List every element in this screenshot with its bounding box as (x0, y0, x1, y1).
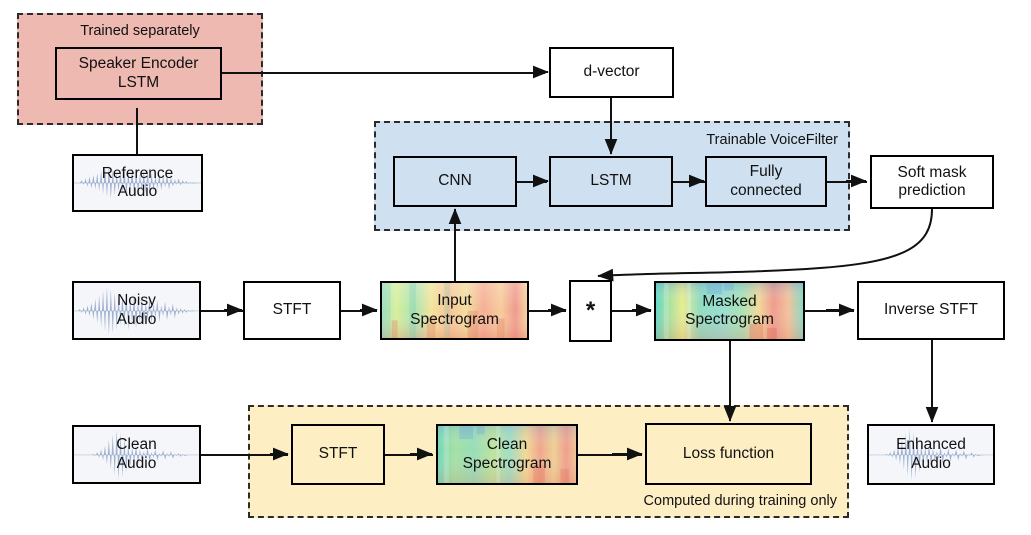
node-lstm-label: LSTM (590, 172, 632, 190)
node-loss-function-label: Loss function (682, 444, 775, 462)
node-speaker-encoder[interactable]: Speaker Encoder LSTM (55, 47, 222, 100)
node-stft-bottom-label: STFT (318, 445, 358, 463)
node-fully-connected-label: Fully connected (730, 163, 802, 199)
edge-maskedspec-to-inversestft (805, 310, 854, 312)
node-speaker-encoder-label: Speaker Encoder LSTM (78, 55, 199, 91)
edge-encoder-to-dvector (221, 72, 545, 74)
node-multiply[interactable]: * (569, 280, 612, 342)
node-noisy-audio-label: Noisy Audio (116, 292, 157, 328)
edge-dvector-to-lstm (610, 98, 612, 154)
edge-cnn-to-lstm (517, 181, 547, 183)
edge-inputspec-to-multiply (529, 310, 566, 312)
node-noisy-audio[interactable]: Noisy Audio (72, 281, 201, 340)
node-reference-audio[interactable]: Reference Audio (72, 154, 203, 212)
edge-reference-to-encoder (136, 108, 138, 156)
edge-lstm-to-fc (673, 181, 705, 183)
node-reference-audio-label: Reference Audio (101, 164, 174, 200)
edge-cleanspec-to-loss (578, 454, 642, 456)
edge-cleanaudio-to-stft (200, 454, 288, 456)
node-d-vector-label: d-vector (583, 63, 640, 81)
node-input-spectrogram-label: Input Spectrogram (410, 292, 499, 328)
group-trained-separately-label: Trained separately (80, 23, 200, 39)
node-enhanced-audio[interactable]: Enhanced Audio (867, 424, 995, 485)
node-stft-bottom[interactable]: STFT (291, 424, 385, 485)
node-enhanced-audio-label: Enhanced Audio (896, 436, 966, 472)
edge-inputspec-to-cnn (454, 211, 456, 283)
edge-stftbottom-to-cleanspec (385, 454, 433, 456)
node-fully-connected[interactable]: Fully connected (705, 156, 827, 207)
edge-stft-to-inputspec (341, 310, 377, 312)
group-trainable-voicefilter-label: Trainable VoiceFilter (706, 132, 838, 148)
edge-maskedspec-to-loss (729, 341, 731, 419)
node-clean-spectrogram-label: Clean Spectrogram (462, 436, 552, 472)
node-clean-spectrogram[interactable]: Clean Spectrogram (436, 424, 578, 485)
node-loss-function[interactable]: Loss function (645, 423, 812, 485)
edge-inversestft-to-enhanced (931, 340, 933, 420)
edge-fc-to-softmask (827, 181, 867, 183)
node-d-vector[interactable]: d-vector (549, 47, 674, 98)
node-input-spectrogram[interactable]: Input Spectrogram (380, 281, 529, 340)
node-masked-spectrogram[interactable]: Masked Spectrogram (654, 281, 805, 341)
node-soft-mask-prediction-label: Soft mask prediction (897, 163, 967, 199)
diagram-canvas: Trained separately Trainable VoiceFilter… (0, 0, 1031, 535)
node-stft-top[interactable]: STFT (243, 281, 341, 340)
edge-noisy-to-stft (200, 310, 243, 312)
node-stft-top-label: STFT (272, 301, 312, 319)
node-multiply-label: * (585, 296, 596, 324)
node-inverse-stft-label: Inverse STFT (884, 301, 978, 319)
node-masked-spectrogram-label: Masked Spectrogram (685, 292, 774, 328)
edge-multiply-to-maskedspec (612, 310, 651, 312)
group-training-only-label: Computed during training only (643, 493, 837, 509)
node-soft-mask-prediction[interactable]: Soft mask prediction (870, 155, 994, 209)
node-inverse-stft[interactable]: Inverse STFT (857, 281, 1005, 340)
node-clean-audio-label: Clean Audio (116, 436, 157, 472)
node-cnn-label: CNN (438, 172, 472, 190)
node-lstm[interactable]: LSTM (549, 156, 673, 207)
node-clean-audio[interactable]: Clean Audio (72, 425, 201, 484)
node-cnn[interactable]: CNN (393, 156, 517, 207)
